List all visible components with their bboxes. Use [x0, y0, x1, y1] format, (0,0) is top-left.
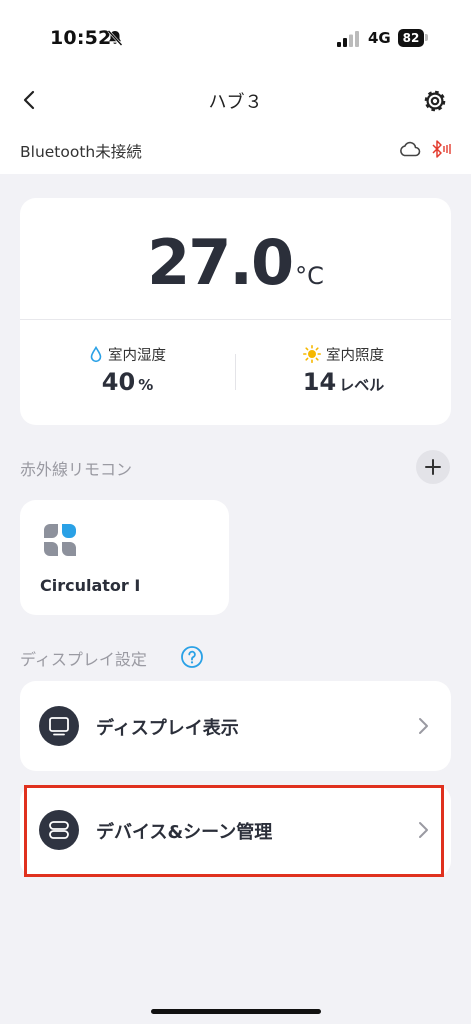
sensor-card: 27.0 °C 室内湿度 40% 室内照度 14 レベル — [20, 198, 451, 425]
signal-icon — [337, 31, 359, 47]
display-view-row[interactable]: ディスプレイ表示 — [20, 681, 451, 771]
add-remote-button[interactable] — [416, 450, 450, 484]
temperature-value: 27.0 — [147, 226, 294, 299]
humidity-unit: % — [138, 376, 154, 394]
home-indicator — [151, 1009, 321, 1014]
page-title: ハブ３ — [208, 92, 263, 113]
chevron-right-icon — [419, 822, 428, 838]
monitor-icon — [49, 717, 69, 736]
device-card-circulator[interactable]: Circulator I — [20, 500, 229, 615]
gear-icon[interactable] — [420, 86, 450, 116]
status-time: 10:52 — [50, 27, 112, 49]
illuminance-value: 14 — [302, 368, 337, 396]
battery-level: 82 — [398, 29, 424, 47]
sun-icon — [303, 345, 321, 363]
humidity-metric: 室内湿度 40% — [20, 344, 235, 396]
network-type: 4G — [368, 29, 391, 47]
device-name: Circulator I — [40, 576, 141, 595]
droplet-icon — [90, 345, 102, 362]
humidity-label: 室内湿度 — [108, 347, 166, 364]
row-icon-bg — [39, 706, 79, 746]
illuminance-unit: レベル — [339, 376, 385, 394]
humidity-value: 40 — [101, 368, 136, 396]
ir-remote-section-title: 赤外線リモコン — [20, 460, 133, 479]
display-view-label: ディスプレイ表示 — [96, 718, 239, 739]
illuminance-label: 室内照度 — [326, 347, 384, 364]
row-icon-bg — [39, 810, 79, 850]
display-settings-section-title: ディスプレイ設定 — [20, 650, 147, 669]
device-scene-management-label: デバイス&シーン管理 — [96, 822, 273, 843]
temperature-display: 27.0 °C — [20, 226, 451, 299]
device-scene-management-row[interactable]: デバイス&シーン管理 — [20, 785, 451, 877]
screen: 10:52 4G 82 ハブ３ Bluetooth未接続 27.0 °C 室内湿… — [0, 0, 471, 1024]
bluetooth-off-icon — [432, 140, 451, 158]
fan-icon — [44, 524, 76, 556]
toggle-icon — [49, 821, 69, 839]
bell-off-icon — [107, 30, 123, 46]
bluetooth-status: Bluetooth未接続 — [20, 143, 142, 161]
divider — [20, 319, 451, 320]
chevron-right-icon — [419, 718, 428, 734]
illuminance-metric: 室内照度 14 レベル — [236, 344, 451, 396]
temperature-unit: °C — [295, 262, 324, 290]
battery-tip — [425, 34, 428, 41]
plus-icon — [425, 459, 441, 475]
cloud-icon — [400, 141, 421, 157]
help-icon[interactable] — [180, 645, 204, 669]
